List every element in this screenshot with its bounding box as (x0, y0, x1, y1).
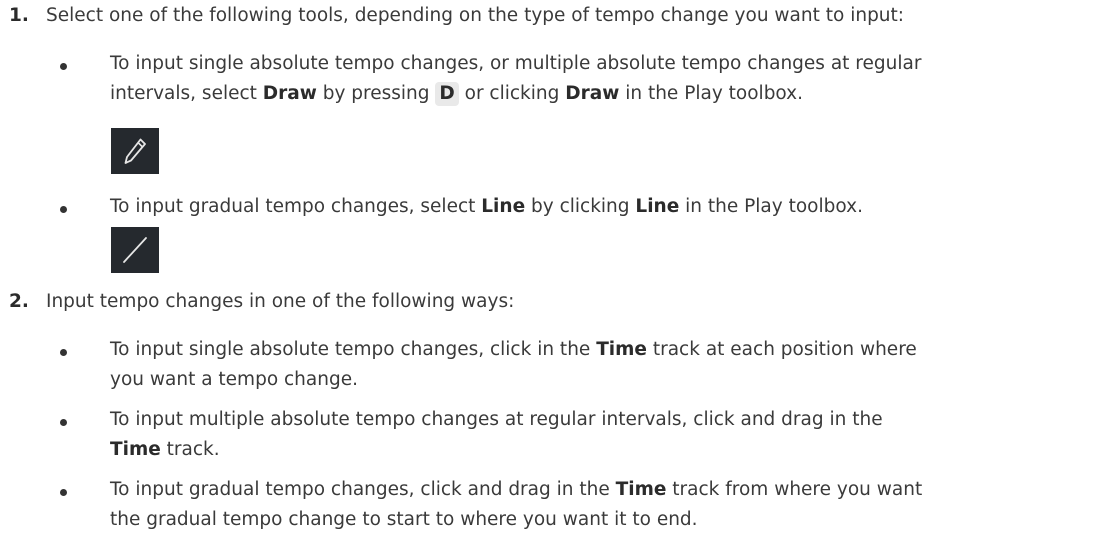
bullet-dot (60, 63, 67, 70)
step-number: 1. (9, 5, 29, 26)
keyboard-shortcut: D (435, 82, 459, 106)
tool-name-line: Line (635, 196, 680, 217)
track-name-time: Time (615, 479, 667, 500)
instructions-page: 1. Select one of the following tools, de… (0, 0, 1098, 550)
tool-name-line: Line (481, 196, 526, 217)
step-text: Input tempo changes in one of the follow… (46, 291, 515, 312)
bullet-text: To input gradual tempo changes, select L… (110, 196, 863, 217)
tool-name-draw: Draw (262, 83, 317, 104)
step-text: Select one of the following tools, depen… (46, 5, 905, 26)
line-tool-icon (111, 227, 159, 273)
bullet-text: To input gradual tempo changes, click an… (110, 479, 923, 530)
bullet-dot (60, 349, 67, 356)
tool-name-draw: Draw (565, 83, 620, 104)
track-name-time: Time (596, 339, 647, 360)
track-name-time: Time (110, 439, 161, 460)
step-number: 2. (9, 291, 29, 312)
bullet-text: To input single absolute tempo changes, … (110, 53, 922, 106)
bullet-text: To input single absolute tempo changes, … (110, 339, 917, 390)
bullet-dot (60, 489, 67, 496)
pencil-icon (111, 128, 159, 174)
bullet-dot (60, 419, 67, 426)
bullet-text: To input multiple absolute tempo changes… (110, 409, 883, 460)
bullet-dot (60, 206, 67, 213)
